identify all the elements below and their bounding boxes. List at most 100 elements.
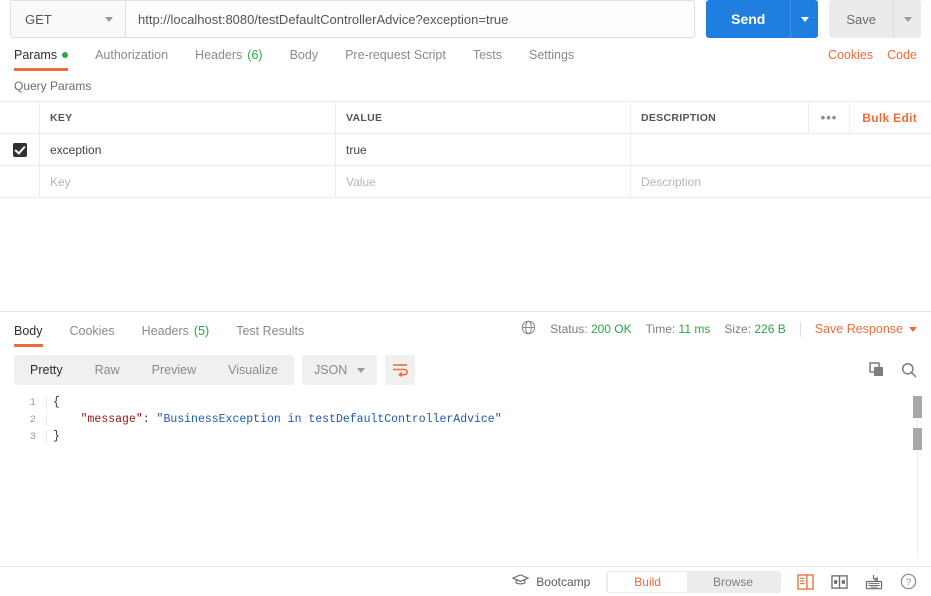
chevron-down-icon: [903, 16, 912, 22]
save-options-button[interactable]: [893, 0, 921, 38]
size-group: Size: 226 B: [724, 322, 785, 336]
response-tab-cookies[interactable]: Cookies: [70, 324, 115, 347]
json-key: "message": [80, 413, 143, 426]
column-header-description-label: DESCRIPTION: [641, 111, 717, 124]
bootcamp-button[interactable]: Bootcamp: [511, 573, 591, 590]
line-number: 1: [29, 396, 36, 409]
modified-dot-icon: [62, 52, 69, 58]
save-button-group: Save: [829, 0, 921, 38]
wrap-text-icon: [393, 364, 409, 377]
response-format-value: JSON: [313, 363, 348, 377]
code-link[interactable]: Code: [887, 48, 917, 62]
browse-tab[interactable]: Browse: [687, 572, 779, 592]
status-group: Status: 200 OK: [550, 322, 631, 336]
status-label: Status:: [550, 322, 588, 336]
row-key-input-empty[interactable]: Key: [40, 166, 336, 197]
row-value-input-empty[interactable]: Value: [336, 166, 631, 197]
chevron-down-icon: [357, 367, 366, 373]
code-line-text: "message": "BusinessException in testDef…: [46, 413, 502, 426]
wrap-lines-button[interactable]: [385, 355, 416, 385]
tab-params-label: Params: [14, 48, 58, 62]
response-tab-test-results[interactable]: Test Results: [236, 324, 304, 347]
time-value: 11 ms: [678, 322, 711, 336]
send-button[interactable]: Send: [706, 0, 791, 38]
footer-bar: Bootcamp Build Browse ?: [0, 566, 931, 596]
response-body-code[interactable]: 1 { 2 "message": "BusinessException in t…: [0, 394, 931, 564]
more-options-icon[interactable]: •••: [807, 102, 850, 133]
cookies-link[interactable]: Cookies: [828, 48, 873, 62]
divider: [799, 321, 801, 337]
column-header-description: DESCRIPTION ••• Bulk Edit: [631, 102, 931, 133]
tab-settings[interactable]: Settings: [529, 48, 574, 71]
http-method-select[interactable]: GET: [10, 0, 125, 38]
tab-params[interactable]: Params: [14, 48, 69, 71]
code-line-text: }: [46, 430, 60, 443]
view-mode-preview[interactable]: Preview: [136, 355, 212, 385]
select-all-cell: [0, 102, 40, 133]
response-toolbar-actions: [869, 362, 917, 378]
tab-settings-label: Settings: [529, 48, 575, 62]
scrollbar-thumb-upper[interactable]: [913, 396, 922, 418]
view-mode-raw[interactable]: Raw: [79, 355, 136, 385]
tab-body[interactable]: Body: [290, 48, 319, 71]
http-method-value: GET: [25, 11, 52, 27]
view-mode-visualize[interactable]: Visualize: [212, 355, 294, 385]
url-input[interactable]: http://localhost:8080/testDefaultControl…: [125, 0, 696, 38]
table-row: exception true: [0, 134, 931, 166]
bootcamp-label: Bootcamp: [536, 574, 591, 589]
query-params-title: Query Params: [14, 79, 92, 93]
row-key-input[interactable]: exception: [40, 134, 336, 165]
query-params-table: KEY VALUE DESCRIPTION ••• Bulk Edit exce…: [0, 101, 931, 198]
tab-headers[interactable]: Headers (6): [195, 48, 263, 71]
scrollbar-thumb-lower[interactable]: [913, 428, 922, 450]
chevron-down-icon: [105, 16, 113, 22]
chevron-down-icon: [909, 326, 917, 332]
bulk-edit-button[interactable]: Bulk Edit: [849, 102, 931, 133]
keyboard-shortcuts-icon[interactable]: [865, 574, 883, 590]
save-response-label: Save Response: [814, 322, 903, 336]
status-value: 200 OK: [590, 322, 632, 336]
svg-text:?: ?: [906, 577, 911, 588]
row-checkbox[interactable]: [0, 134, 40, 165]
response-tab-body-label: Body: [14, 324, 43, 338]
line-number: 2: [29, 413, 36, 426]
save-button[interactable]: Save: [829, 0, 893, 38]
tab-tests[interactable]: Tests: [473, 48, 502, 71]
tab-authorization-label: Authorization: [95, 48, 169, 62]
request-tabs-links: Cookies Code: [828, 48, 917, 71]
send-options-button[interactable]: [790, 0, 819, 38]
chevron-down-icon: [800, 16, 809, 22]
response-tab-body[interactable]: Body: [14, 324, 43, 347]
response-tab-headers-label: Headers: [141, 324, 189, 338]
help-icon[interactable]: ?: [900, 573, 917, 590]
footer-icons: ?: [797, 573, 917, 590]
code-line: 3 }: [0, 428, 931, 445]
save-response-button[interactable]: Save Response: [815, 322, 917, 336]
response-format-select[interactable]: JSON: [301, 355, 378, 385]
view-mode-pretty[interactable]: Pretty: [14, 355, 79, 385]
tab-headers-label: Headers: [195, 48, 243, 62]
two-pane-layout-icon[interactable]: [831, 574, 848, 590]
size-value: 226 B: [754, 322, 786, 336]
response-tab-headers-count: (5): [193, 324, 210, 338]
sidebar-toggle-icon[interactable]: [797, 573, 814, 590]
table-header-row: KEY VALUE DESCRIPTION ••• Bulk Edit: [0, 102, 931, 134]
tab-authorization[interactable]: Authorization: [95, 48, 168, 71]
build-tab[interactable]: Build: [608, 571, 687, 592]
response-meta: Status: 200 OK Time: 11 ms Size: 226 B S…: [521, 320, 917, 347]
row-description-input-empty[interactable]: Description: [631, 166, 931, 197]
code-line-text: {: [46, 396, 60, 409]
line-number: 3: [29, 430, 36, 443]
globe-icon: [521, 320, 536, 338]
column-header-key: KEY: [40, 102, 336, 133]
response-tab-test-results-label: Test Results: [236, 324, 305, 338]
search-icon[interactable]: [901, 362, 917, 378]
row-description-input[interactable]: [631, 134, 931, 165]
tab-headers-count: (6): [247, 48, 263, 62]
tab-pre-request-script[interactable]: Pre-request Script: [345, 48, 446, 71]
row-checkbox-empty[interactable]: [0, 166, 40, 197]
row-value-input[interactable]: true: [336, 134, 631, 165]
response-tab-headers[interactable]: Headers (5): [142, 324, 210, 347]
copy-icon[interactable]: [869, 362, 885, 378]
